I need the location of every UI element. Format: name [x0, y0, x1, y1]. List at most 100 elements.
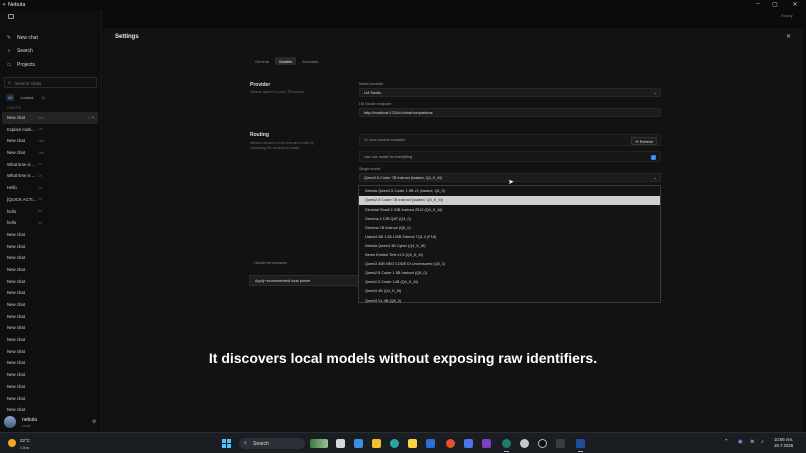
tab-general[interactable]: General	[251, 57, 273, 65]
firefox-icon[interactable]	[446, 439, 455, 448]
user-profile[interactable]: nebula Local ⚙	[4, 414, 100, 434]
nebula-taskbar-icon[interactable]	[576, 439, 585, 452]
chat-title: What time is ...	[7, 161, 36, 167]
routing-desc: Nebula chooses a role-relevant model by …	[250, 141, 314, 150]
filter-all[interactable]: All	[6, 94, 15, 101]
chat-list-item[interactable]: What time is ... 1h	[2, 159, 98, 171]
start-button[interactable]	[222, 439, 231, 448]
refresh-button[interactable]: ⟳ Refresh	[631, 136, 657, 145]
folder-icon: ▭	[6, 62, 12, 68]
model-option[interactable]: Qwen3 4B (Q4_K_M)	[359, 287, 660, 296]
store-icon[interactable]	[464, 439, 473, 448]
maximize-icon[interactable]: ▢	[767, 1, 783, 8]
model-provider-select[interactable]: LM Studio ⌄	[359, 88, 661, 97]
model-option[interactable]: Devstral Small 2 24B Instruct 2512 (Q4_K…	[359, 205, 660, 214]
terminal-icon[interactable]	[556, 439, 565, 448]
chat-list-item[interactable]: New chat now ⌂ ✎	[2, 112, 98, 124]
sidebar-toggle-icon[interactable]	[8, 14, 14, 19]
chat-list-item[interactable]: New chat	[2, 393, 98, 405]
file-explorer-icon[interactable]	[372, 439, 381, 448]
chat-list-item[interactable]: New chat	[2, 264, 98, 276]
chat-list-item[interactable]: hello 3d	[2, 206, 98, 218]
mouse-cursor-icon: ➤	[508, 179, 514, 186]
chat-list-item[interactable]: New chat	[2, 322, 98, 334]
model-option[interactable]: Qwen2.5 Coder 7B Instruct (loaded, Q4_K_…	[359, 196, 660, 206]
sidebar-new-chat[interactable]: ✎ New chat	[6, 35, 38, 41]
chat-list-item[interactable]: Explain multi... 1m	[2, 124, 98, 136]
chat-title: New chat	[7, 138, 25, 144]
chat-list-item[interactable]: Hello 2d	[2, 182, 98, 194]
close-icon[interactable]: ✕	[786, 33, 791, 40]
model-option[interactable]: Qwen3 VL 4B (Q8_0)	[359, 296, 660, 305]
chat-list-item[interactable]: New chat	[2, 276, 98, 288]
taskbar-search[interactable]: ⌕ Search	[239, 438, 305, 449]
filter-ai[interactable]: AI	[39, 94, 47, 101]
chat-search-input[interactable]: ⌕ Search chats	[4, 77, 97, 88]
model-option[interactable]: Nebula Qwen2.5 Coder 1.5B v1 (loaded, Q4…	[359, 187, 660, 196]
tab-models[interactable]: Models	[275, 57, 297, 65]
filter-locked[interactable]: Locked	[18, 94, 35, 101]
model-option[interactable]: Nebula Qwen3 4B Cyber (Q4_K_M)	[359, 242, 660, 251]
model-performance-toggle[interactable]: › Model performance	[253, 261, 287, 265]
clock[interactable]: 10:56 nm. 18.7.2026	[774, 437, 793, 449]
chat-list-item[interactable]: hello 4d	[2, 217, 98, 229]
chat-list-item[interactable]: New chat	[2, 381, 98, 393]
model-option[interactable]: Nemo Embed Text v1.5 (Q4_K_M)	[359, 251, 660, 260]
chat-list-item[interactable]: [QUICK ACTI... 2d	[2, 194, 98, 206]
chat-list-item[interactable]: New chat 14m	[2, 147, 98, 159]
app-tray-icon[interactable]: ◉	[738, 439, 743, 445]
apply-preset-button[interactable]: Apply recommended local preset	[249, 275, 359, 286]
chat-list-item[interactable]: New chat	[2, 287, 98, 299]
chat-list-item[interactable]: New chat	[2, 334, 98, 346]
chat-search-placeholder: Search chats	[15, 80, 42, 86]
model-option[interactable]: Qwen2.5 Coder 1.5B Instruct (Q8_0)	[359, 269, 660, 278]
mail-icon[interactable]	[426, 439, 435, 448]
model-option[interactable]: Llama3 8B 1.58 100B Tokens TQ1.0 (F16)	[359, 232, 660, 241]
sidebar: ✎ New chat ⌕ Search ▭ Projects ⌕ Search …	[0, 10, 102, 432]
endpoint-input[interactable]: http://localhost:1234/v1/chat/completion…	[359, 108, 661, 117]
wifi-icon[interactable]: ≋	[750, 439, 755, 445]
use-one-model-row[interactable]: Use one model for everything ✓	[359, 151, 661, 162]
minimize-icon[interactable]: –	[750, 1, 766, 7]
single-model-dropdown: Nebula Qwen2.5 Coder 1.5B v1 (loaded, Q4…	[358, 185, 661, 303]
tab-assistant[interactable]: Assistant	[298, 57, 322, 65]
chat-list-item[interactable]: New chat	[2, 241, 98, 253]
endpoint-label: LM Studio endpoint	[359, 102, 391, 106]
chat-list-item[interactable]: What time is ... 1h	[2, 170, 98, 182]
model-option[interactable]: Qwen2.5 Coder 14B (Q4_K_M)	[359, 278, 660, 287]
provider-title: Provider	[250, 82, 271, 88]
chat-list-item[interactable]: New chat	[2, 229, 98, 241]
sidebar-search-label: Search	[17, 48, 33, 54]
chat-list-item[interactable]: New chat	[2, 252, 98, 264]
user-name: nebula	[22, 417, 38, 423]
chat-list-item[interactable]: New chat	[2, 369, 98, 381]
chevron-down-icon: ⌄	[653, 90, 657, 95]
chat-title: New chat	[7, 372, 25, 378]
chat-list-item[interactable]: New chat	[2, 299, 98, 311]
chat-list-item[interactable]: New chat 14m	[2, 135, 98, 147]
model-option[interactable]: Qwen3 30B NEO CODE Di Uncensored (Q5_1)	[359, 260, 660, 269]
task-view-icon[interactable]	[336, 439, 345, 448]
gear-icon[interactable]: ⚙	[92, 419, 96, 425]
edge-icon[interactable]	[354, 439, 363, 448]
widgets-icon[interactable]	[310, 439, 328, 448]
chat-title: New chat	[7, 383, 25, 389]
use-one-model-checkbox[interactable]: ✓	[651, 154, 656, 160]
github-icon[interactable]	[538, 439, 547, 448]
chevron-up-icon[interactable]: ⌃	[724, 439, 729, 445]
browser-icon[interactable]	[390, 439, 399, 448]
app-icon[interactable]	[502, 439, 511, 452]
chat-list-item[interactable]: New chat	[2, 311, 98, 323]
close-window-icon[interactable]: ✕	[787, 1, 803, 8]
model-option[interactable]: Gemma 7B Instruct (Q8_0)	[359, 223, 660, 232]
notes-icon[interactable]	[408, 439, 417, 448]
sidebar-search[interactable]: ⌕ Search	[6, 48, 33, 54]
settings-app-icon[interactable]	[520, 439, 529, 448]
volume-icon[interactable]: ♪	[761, 439, 764, 445]
chat-actions-icon[interactable]: ⌂ ✎	[88, 115, 95, 120]
compose-icon: ✎	[6, 35, 12, 41]
sidebar-projects[interactable]: ▭ Projects	[6, 62, 35, 68]
vscode-icon[interactable]	[482, 439, 491, 448]
model-option[interactable]: Gemma 4 12B QAT (Q4_0)	[359, 214, 660, 223]
endpoint-value: http://localhost:1234/v1/chat/completion…	[364, 111, 433, 115]
